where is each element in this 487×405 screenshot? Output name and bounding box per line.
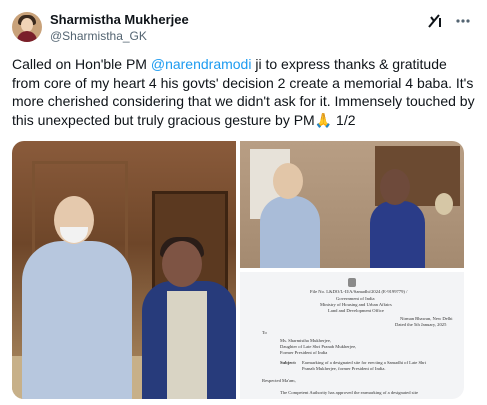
media-grid: File No. L&DO/L-II/A/Samadhi/2024 (E-919… [12,141,464,399]
more-icon[interactable] [454,12,472,30]
doc-gov2: Ministry of Housing and Urban Affairs [320,302,392,307]
photo-3-document[interactable]: File No. L&DO/L-II/A/Samadhi/2024 (E-919… [240,272,464,399]
doc-addr2: Daughter of Late Shri Pranab Mukherjee, [280,344,357,349]
doc-to: To [262,330,267,335]
doc-date: Dated the 5th January, 2025 [395,322,447,327]
doc-place: Nirman Bhawan, New Delhi [400,316,453,321]
doc-subject-label: Subject: [280,360,297,365]
mention-link[interactable]: @narendramodi [151,56,252,72]
author-handle[interactable]: @Sharmistha_GK [50,29,147,43]
author-name[interactable]: Sharmistha Mukherjee [50,12,189,27]
emblem-icon [348,278,356,287]
doc-salutation: Respected Ma'am, [262,378,296,383]
tweet-text-part: Called on Hon'ble PM [12,56,151,72]
doc-addr1: Ms. Sharmistha Mukherjee, [280,338,332,343]
photo-1[interactable] [12,141,236,399]
doc-subject1: Earmarking of a designated site for erec… [302,360,427,365]
avatar[interactable] [12,12,42,42]
doc-fileno: File No. L&DO/L-II/A/Samadhi/2024 (E-919… [310,289,408,294]
tweet-card: Sharmistha Mukherjee @Sharmistha_GK Call… [0,0,487,405]
doc-body: The Competent Authority has approved the… [280,390,419,395]
doc-gov1: Government of India [336,296,375,301]
tweet-text: Called on Hon'ble PM @narendramodi ji to… [12,55,477,129]
letter-document: File No. L&DO/L-II/A/Samadhi/2024 (E-919… [240,272,464,399]
doc-subject2: Pranab Mukherjee, former President of In… [302,366,386,371]
doc-gov3: Land and Development Office [328,308,384,313]
photo-2[interactable] [240,141,464,268]
doc-addr3: Former President of India [280,350,328,355]
grok-icon[interactable] [426,12,444,30]
